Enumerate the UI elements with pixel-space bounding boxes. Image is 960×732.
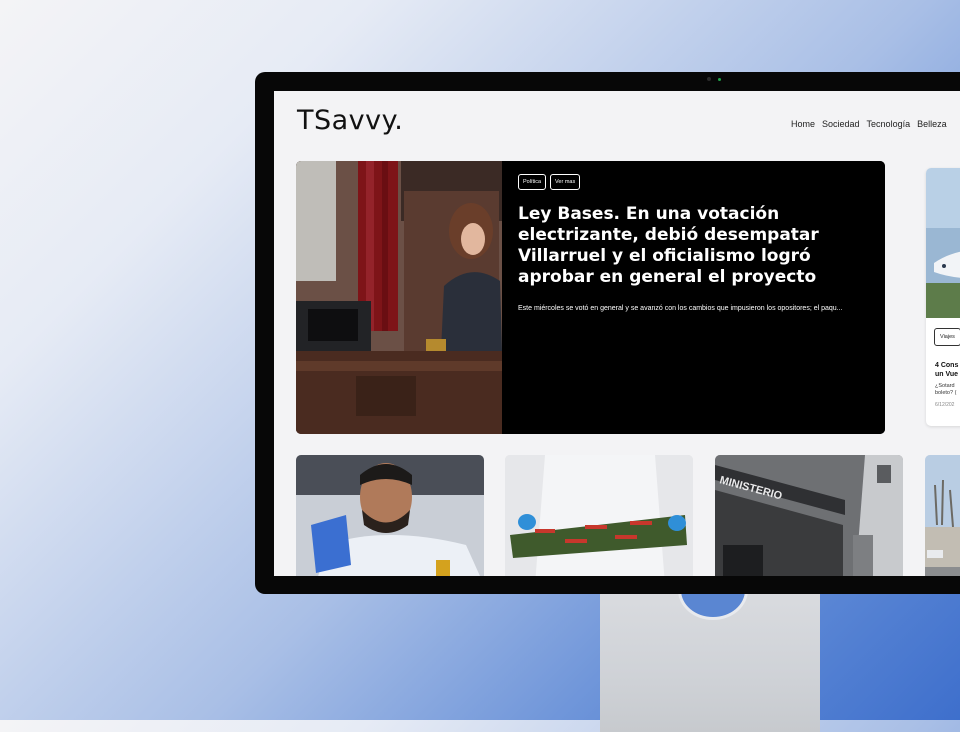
article-card[interactable]: MINISTERIO (715, 455, 903, 576)
camera-icon (707, 77, 711, 81)
article-card-image: MINISTERIO (715, 455, 903, 576)
side-article-title[interactable]: 4 Cons un Vue (935, 361, 960, 379)
featured-article-title[interactable]: Ley Bases. En una votación electrizante,… (518, 204, 858, 288)
article-card-image (505, 455, 693, 576)
featured-article-body: Política Ver mas Ley Bases. En una votac… (502, 161, 885, 434)
nav-item-sociedad[interactable]: Sociedad (822, 119, 860, 129)
featured-article[interactable]: Política Ver mas Ley Bases. En una votac… (296, 161, 885, 434)
nav-item-belleza[interactable]: Belleza (917, 119, 947, 129)
site-logo[interactable]: TSavvy. (297, 105, 403, 136)
article-card-image (296, 455, 484, 576)
ver-mas-button[interactable]: Ver mas (550, 174, 581, 190)
nav-item-tecnologia[interactable]: Tecnología (867, 119, 911, 129)
power-led-icon (718, 78, 721, 81)
article-card[interactable] (505, 455, 693, 576)
featured-tags: Política Ver mas (518, 174, 581, 190)
side-article-card[interactable]: Viajes 4 Cons un Vue ¿Sotard boleto? ( 6… (926, 168, 960, 426)
article-card[interactable] (296, 455, 484, 576)
main-nav: Home Sociedad Tecnología Belleza (791, 119, 947, 129)
side-article-image (926, 168, 960, 318)
article-card[interactable] (925, 455, 960, 576)
nav-item-home[interactable]: Home (791, 119, 815, 129)
article-card-image (925, 455, 960, 576)
featured-article-image (296, 161, 502, 434)
tag-politica[interactable]: Política (518, 174, 547, 190)
website-screen: TSavvy. Home Sociedad Tecnología Belleza (274, 91, 960, 576)
featured-article-excerpt: Este miércoles se votó en general y se a… (518, 305, 843, 312)
side-article-date: 6/12/202 (935, 402, 955, 408)
side-article-excerpt: ¿Sotard boleto? ( (935, 383, 957, 396)
monitor-frame: TSavvy. Home Sociedad Tecnología Belleza (255, 72, 960, 594)
side-article-tag[interactable]: Viajes (934, 328, 960, 346)
